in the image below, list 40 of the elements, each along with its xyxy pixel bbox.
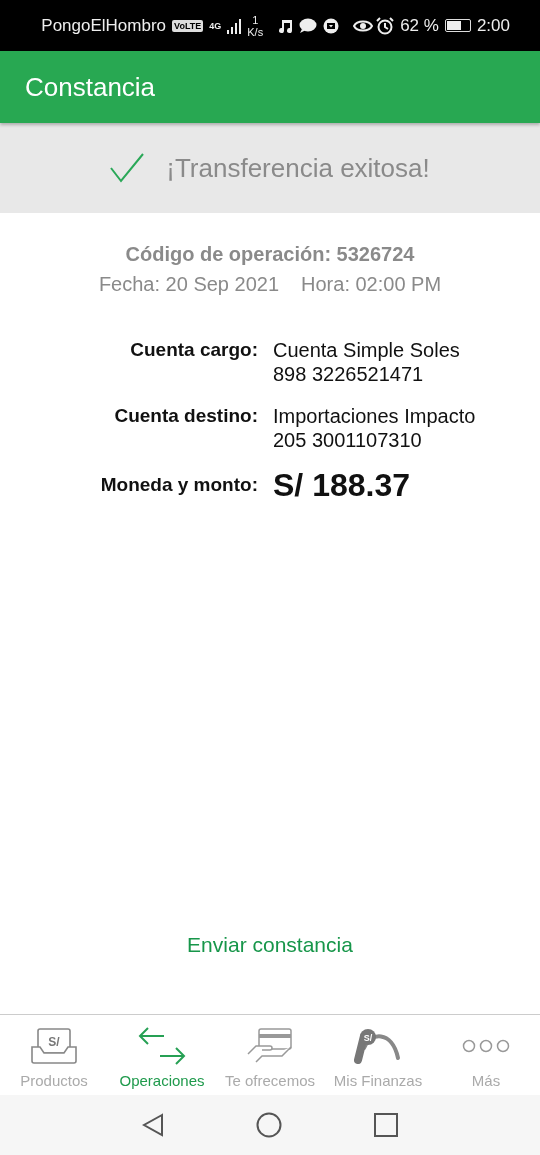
field-value: Importaciones Impacto — [273, 404, 477, 428]
nav-tab[interactable]: Operaciones — [108, 1015, 216, 1095]
field-value: 898 3226521471 — [273, 362, 425, 386]
battery-percent: 62 % — [400, 15, 439, 36]
operation-date: Fecha: 20 Sep 2021 — [98, 273, 280, 296]
checkmark-icon — [110, 153, 145, 183]
field-label: Cuenta destino: — [113, 404, 258, 428]
alarm-clock-icon — [376, 16, 395, 35]
nav-tab[interactable]: S/ Mis Finanzas — [324, 1015, 432, 1095]
battery-icon — [444, 19, 471, 32]
speed-unit: K/s — [247, 25, 264, 38]
nav-tab[interactable]: Más — [432, 1015, 540, 1095]
download-icon — [323, 17, 340, 34]
operation-time: Hora: 02:00 PM — [301, 273, 442, 296]
home-icon[interactable] — [256, 1112, 282, 1138]
signal-icon — [227, 17, 242, 34]
send-receipt-link[interactable]: Enviar constancia — [187, 933, 353, 957]
field-label: Moneda y monto: — [99, 473, 258, 497]
carrier-name: PongoElHombro — [41, 15, 167, 36]
success-message: ¡Transferencia exitosa! — [166, 152, 430, 184]
screen-title: Constancia — [25, 71, 156, 103]
amount-value: S/ 188.37 — [273, 470, 411, 500]
field-value: Cuenta Simple Soles — [273, 338, 461, 362]
chat-bubble-icon — [299, 17, 318, 34]
network-type: 4G — [209, 20, 222, 31]
clock-time: 2:00 — [476, 15, 510, 36]
music-note-icon — [277, 17, 294, 34]
two-arrows-icon — [138, 1026, 186, 1066]
operation-code: Código de operación: 5326724 — [124, 243, 416, 266]
volte-badge: VoLTE — [172, 19, 204, 32]
nav-tab[interactable]: S/ Productos — [0, 1015, 108, 1095]
field-value: 205 3001107310 — [273, 428, 423, 452]
back-icon[interactable] — [142, 1113, 164, 1137]
hand-with-card-icon — [247, 1028, 293, 1064]
field-label: Cuenta cargo: — [129, 338, 258, 362]
more-dots-icon — [462, 1039, 510, 1053]
nav-tab[interactable]: Te ofrecemos — [216, 1015, 324, 1095]
eye-icon — [353, 18, 374, 33]
speed-value: 1 — [252, 13, 259, 26]
recents-icon[interactable] — [374, 1113, 398, 1137]
